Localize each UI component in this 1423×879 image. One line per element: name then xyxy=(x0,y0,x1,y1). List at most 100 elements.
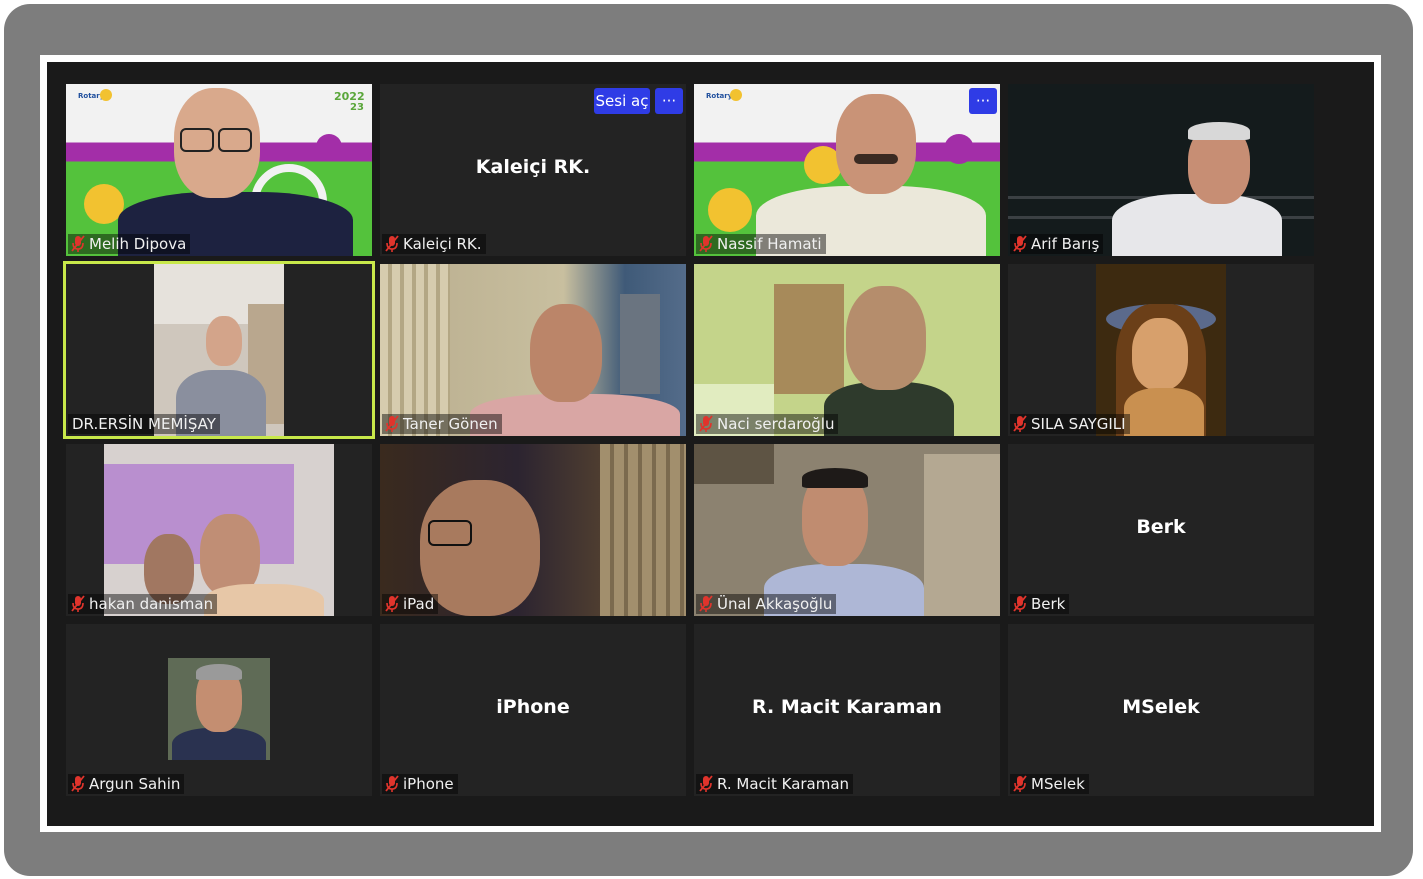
participant-name: Berk xyxy=(1031,595,1066,613)
hair xyxy=(802,468,868,488)
mic-muted-icon xyxy=(70,235,86,253)
glasses xyxy=(428,520,472,546)
video-feed xyxy=(154,264,284,436)
video-feed: Rotary xyxy=(694,84,1000,256)
mic-muted-icon xyxy=(698,775,714,793)
mic-muted-icon xyxy=(384,235,400,253)
shelf xyxy=(924,454,1000,616)
participant-name-bar: Melih Dipova xyxy=(68,234,191,254)
participant-name-bar: DR.ERSİN MEMİŞAY xyxy=(68,414,220,434)
mic-muted-icon xyxy=(1012,775,1028,793)
hair xyxy=(1188,122,1250,140)
video-feed xyxy=(694,444,1000,616)
mic-muted-icon xyxy=(384,595,400,613)
participant-name-bar: Nassif Hamati xyxy=(696,234,826,254)
participant-tile-argun[interactable]: Argun Sahin xyxy=(66,624,372,796)
participant-name: iPad xyxy=(403,595,435,613)
participant-name-bar: Ünal Akkaşoğlu xyxy=(696,594,837,614)
mic-muted-icon xyxy=(698,415,714,433)
decor-circle xyxy=(944,134,974,164)
participant-tile-naci[interactable]: Naci serdaroğlu xyxy=(694,264,1000,436)
participant-tile-unal[interactable]: Ünal Akkaşoğlu xyxy=(694,444,1000,616)
participant-name-bar: Kaleiçi RK. xyxy=(382,234,486,254)
decor-circle xyxy=(316,134,342,160)
curtain xyxy=(380,264,450,436)
participant-tile-ipad[interactable]: iPad xyxy=(380,444,686,616)
participant-tile-arif[interactable]: Arif Barış xyxy=(1008,84,1314,256)
participant-name: Arif Barış xyxy=(1031,235,1100,253)
cabinet xyxy=(774,284,844,394)
mustache xyxy=(854,154,898,164)
participant-name-bar: SILA SAYGILI xyxy=(1010,414,1130,434)
video-feed: Rotary 2022 23 xyxy=(66,84,372,256)
person-face xyxy=(1132,318,1188,390)
participant-name-bar: Arif Barış xyxy=(1010,234,1104,254)
participant-name: SILA SAYGILI xyxy=(1031,415,1126,433)
glasses xyxy=(180,128,214,152)
participant-name-bar: hakan danisman xyxy=(68,594,218,614)
participant-name: iPhone xyxy=(403,775,454,793)
profile-picture xyxy=(168,658,270,760)
year-label-bottom: 23 xyxy=(350,102,364,113)
person xyxy=(172,728,266,760)
ellipsis-icon[interactable]: ··· xyxy=(969,88,997,114)
video-feed xyxy=(1096,264,1226,436)
mic-muted-icon xyxy=(698,235,714,253)
mic-muted-icon xyxy=(70,595,86,613)
building xyxy=(620,294,660,394)
participant-tile-taner[interactable]: Taner Gönen xyxy=(380,264,686,436)
mic-muted-icon xyxy=(1012,235,1028,253)
participant-name: DR.ERSİN MEMİŞAY xyxy=(72,415,216,433)
participant-grid: Rotary 2022 23 Melih Dipova Kaleiçi RK. … xyxy=(63,84,1314,796)
rotary-wheel-icon xyxy=(730,89,742,101)
participant-tile-mselek[interactable]: MSelek MSelek xyxy=(1008,624,1314,796)
participant-name: Kaleiçi RK. xyxy=(403,235,482,253)
rotary-wheel-icon xyxy=(100,89,112,101)
participant-tile-melih[interactable]: Rotary 2022 23 Melih Dipova xyxy=(66,84,372,256)
participant-name: Naci serdaroğlu xyxy=(717,415,835,433)
participant-tile-kaleici[interactable]: Kaleiçi RK. Sesi aç ··· Kaleiçi RK. xyxy=(380,84,686,256)
participant-name: Nassif Hamati xyxy=(717,235,822,253)
participant-display-name: Kaleiçi RK. xyxy=(475,156,591,178)
participant-tile-iphone[interactable]: iPhone iPhone xyxy=(380,624,686,796)
participant-display-name: R. Macit Karaman xyxy=(752,696,942,718)
video-feed xyxy=(380,444,686,616)
mic-muted-icon xyxy=(1012,595,1028,613)
participant-tile-ersin[interactable]: DR.ERSİN MEMİŞAY xyxy=(63,261,375,439)
participant-name-bar: Taner Gönen xyxy=(382,414,502,434)
white-frame: Rotary 2022 23 Melih Dipova Kaleiçi RK. … xyxy=(40,55,1381,832)
aquarium xyxy=(104,464,294,564)
mic-muted-icon xyxy=(70,775,86,793)
outer-border: Rotary 2022 23 Melih Dipova Kaleiçi RK. … xyxy=(4,4,1413,876)
participant-name-bar: iPhone xyxy=(382,774,458,794)
participant-name: Taner Gönen xyxy=(403,415,498,433)
participant-display-name: MSelek xyxy=(1122,696,1200,718)
participant-name-bar: MSelek xyxy=(1010,774,1089,794)
participant-tile-macit[interactable]: R. Macit Karaman R. Macit Karaman xyxy=(694,624,1000,796)
mic-muted-icon xyxy=(384,775,400,793)
participant-name: MSelek xyxy=(1031,775,1085,793)
video-feed xyxy=(380,264,686,436)
participant-name: hakan danisman xyxy=(89,595,214,613)
mic-muted-icon xyxy=(384,415,400,433)
ellipsis-icon[interactable]: ··· xyxy=(655,88,683,114)
person xyxy=(824,382,954,436)
participant-tile-sila[interactable]: SILA SAYGILI xyxy=(1008,264,1314,436)
participant-name-bar: Berk xyxy=(1010,594,1070,614)
participant-name: Melih Dipova xyxy=(89,235,187,253)
participant-tile-nassif[interactable]: Rotary ··· Nassif Hamati xyxy=(694,84,1000,256)
participant-tile-hakan[interactable]: hakan danisman xyxy=(66,444,372,616)
participant-name: Argun Sahin xyxy=(89,775,181,793)
participant-tile-berk[interactable]: Berk Berk xyxy=(1008,444,1314,616)
video-feed xyxy=(1008,84,1314,256)
participant-display-name: Berk xyxy=(1136,516,1186,538)
participant-name-bar: Argun Sahin xyxy=(68,774,185,794)
blinds xyxy=(600,444,686,616)
person xyxy=(204,584,324,616)
person-face xyxy=(846,286,926,390)
mic-muted-icon xyxy=(1012,415,1028,433)
person-face xyxy=(530,304,602,402)
decor-circle xyxy=(708,188,752,232)
unmute-button[interactable]: Sesi aç xyxy=(594,88,650,114)
video-feed xyxy=(694,264,1000,436)
